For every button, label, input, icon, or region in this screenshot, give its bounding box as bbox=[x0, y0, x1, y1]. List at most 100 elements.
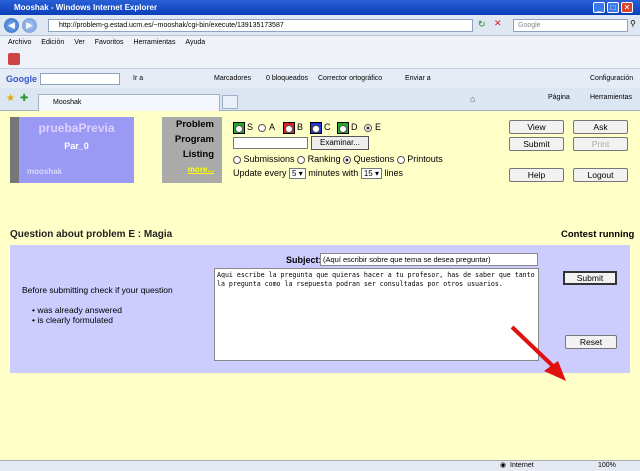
print-button[interactable]: Print bbox=[573, 137, 628, 151]
search-icon[interactable]: ⚲ bbox=[630, 19, 636, 28]
problem-b-label: B bbox=[297, 122, 304, 132]
addon-icon[interactable] bbox=[8, 53, 20, 65]
problem-a-radio[interactable] bbox=[258, 124, 266, 132]
menu-ver[interactable]: Ver bbox=[74, 39, 85, 46]
menu-herramientas[interactable]: Herramientas bbox=[133, 39, 175, 46]
google-go-button[interactable]: Ir a bbox=[133, 69, 143, 89]
update-prefix: Update every bbox=[233, 168, 287, 178]
submit-question-button[interactable]: Submit bbox=[563, 271, 617, 285]
add-favorite-icon[interactable]: ✚ bbox=[20, 93, 28, 104]
menu-bar: Archivo Edición Ver Favoritos Herramient… bbox=[0, 36, 640, 50]
printouts-label: Printouts bbox=[407, 154, 443, 164]
stop-icon[interactable]: ✕ bbox=[494, 18, 502, 29]
mooshak-logo: mooshak bbox=[27, 167, 63, 176]
menu-ayuda[interactable]: Ayuda bbox=[185, 39, 205, 46]
tab-mooshak[interactable]: Mooshak bbox=[38, 94, 220, 111]
team-name: Par_0 bbox=[64, 141, 89, 151]
address-bar: ◀ ▶ http://problem-g.estad.ucm.es/~moosh… bbox=[0, 15, 640, 36]
problem-d-box[interactable] bbox=[337, 122, 349, 134]
label-problem: Problem bbox=[175, 119, 214, 130]
checklist-item: • is clearly formulated bbox=[32, 315, 113, 325]
back-icon[interactable]: ◀ bbox=[4, 18, 19, 33]
contest-banner: pruebaPrevia Par_0 mooshak bbox=[19, 117, 134, 183]
tab-title: Mooshak bbox=[53, 99, 82, 106]
popups-blocked[interactable]: 0 bloqueados bbox=[266, 69, 308, 89]
page-content: pruebaPrevia Par_0 mooshak Problem Progr… bbox=[0, 111, 640, 460]
ranking-radio[interactable] bbox=[297, 155, 306, 164]
subject-input[interactable]: (Aquí escribir sobre que tema se desea p… bbox=[320, 253, 538, 266]
close-window-button[interactable]: ✕ bbox=[621, 2, 633, 13]
tools-menu[interactable]: Herramientas bbox=[590, 94, 632, 101]
listing-options: Submissions Ranking Questions Printouts bbox=[233, 154, 443, 164]
printouts-radio[interactable] bbox=[396, 155, 405, 164]
url-field[interactable]: http://problem-g.estad.ucm.es/~mooshak/c… bbox=[48, 19, 473, 32]
ask-button[interactable]: Ask bbox=[573, 120, 628, 134]
label-program: Program bbox=[174, 134, 214, 145]
lines-select[interactable]: 15 ▾ bbox=[360, 168, 382, 180]
favorites-star-icon[interactable]: ★ bbox=[6, 93, 15, 104]
command-labels: Problem Program Listing more... bbox=[162, 117, 222, 183]
problem-s-box[interactable] bbox=[233, 122, 245, 134]
annotation-arrow bbox=[510, 325, 566, 381]
more-link[interactable]: more... bbox=[188, 165, 214, 174]
menu-edicion[interactable]: Edición bbox=[41, 39, 64, 46]
search-input[interactable]: Google bbox=[513, 19, 628, 32]
lines-label: lines bbox=[384, 168, 404, 178]
problem-s-label: S bbox=[247, 122, 254, 132]
contest-status: Contest running bbox=[561, 229, 635, 240]
page-menu[interactable]: Página bbox=[548, 94, 570, 101]
extra-toolbar bbox=[0, 50, 640, 68]
problem-d-label: D bbox=[351, 122, 358, 132]
globe-icon: ◉ bbox=[500, 462, 507, 469]
question-textarea[interactable]: Aqui escribe la pregunta que quieras hac… bbox=[214, 268, 539, 361]
submit-program-button[interactable]: Submit bbox=[509, 137, 564, 151]
minimize-button[interactable]: _ bbox=[593, 2, 605, 13]
submissions-radio[interactable] bbox=[233, 155, 241, 164]
update-minutes: minutes bbox=[308, 168, 340, 178]
new-tab-button[interactable] bbox=[222, 95, 238, 109]
program-file-input[interactable] bbox=[233, 137, 308, 149]
window-title-bar: Mooshak - Windows Internet Explorer bbox=[0, 0, 640, 15]
submissions-label: Submissions bbox=[243, 154, 295, 164]
help-button[interactable]: Help bbox=[509, 168, 564, 182]
menu-favoritos[interactable]: Favoritos bbox=[95, 39, 124, 46]
problem-c-box[interactable] bbox=[310, 122, 322, 134]
home-icon[interactable]: ⌂ bbox=[470, 94, 475, 104]
google-toolbar: Google Ir a Marcadores 0 bloqueados Corr… bbox=[0, 68, 640, 88]
browse-button[interactable]: Examinar... bbox=[311, 136, 369, 150]
tab-bar: ★ ✚ Mooshak ⌂ Página Herramientas bbox=[0, 88, 640, 111]
google-search-input[interactable] bbox=[40, 73, 120, 85]
question-title: Question about problem E : Magia bbox=[10, 229, 173, 240]
forward-icon[interactable]: ▶ bbox=[22, 18, 37, 33]
google-logo: Google bbox=[6, 74, 37, 84]
maximize-button[interactable]: □ bbox=[607, 2, 619, 13]
problem-b-box[interactable] bbox=[283, 122, 295, 134]
update-with: with bbox=[342, 168, 359, 178]
before-submitting-text: Before submitting check if your question bbox=[22, 285, 173, 295]
zoom-level[interactable]: 100% bbox=[598, 461, 616, 471]
label-listing: Listing bbox=[182, 149, 214, 160]
logout-button[interactable]: Logout bbox=[573, 168, 628, 182]
problem-e-label: E bbox=[375, 122, 382, 132]
security-zone: Internet bbox=[510, 462, 534, 469]
left-strip bbox=[10, 117, 19, 183]
window-title: Mooshak - Windows Internet Explorer bbox=[14, 3, 158, 12]
problem-e-radio[interactable] bbox=[364, 124, 372, 132]
update-interval-select[interactable]: 5 ▾ bbox=[289, 168, 306, 180]
spellcheck-button[interactable]: Corrector ortográfico bbox=[318, 69, 382, 89]
subject-label: Subject: bbox=[286, 255, 322, 265]
questions-radio[interactable] bbox=[343, 155, 352, 164]
contest-name: pruebaPrevia bbox=[38, 121, 115, 135]
config-button[interactable]: Configuración bbox=[590, 69, 633, 89]
reset-button[interactable]: Reset bbox=[565, 335, 617, 349]
menu-archivo[interactable]: Archivo bbox=[8, 39, 31, 46]
questions-label: Questions bbox=[353, 154, 395, 164]
checklist-item: • was already answered bbox=[32, 305, 122, 315]
update-row: Update every 5 ▾ minutes with 15 ▾ lines bbox=[233, 168, 404, 180]
problem-a-label: A bbox=[269, 122, 276, 132]
refresh-icon[interactable]: ↻ bbox=[478, 19, 486, 30]
view-button[interactable]: View bbox=[509, 120, 564, 134]
problem-c-label: C bbox=[324, 122, 331, 132]
send-to-button[interactable]: Enviar a bbox=[405, 69, 431, 89]
bookmarks-button[interactable]: Marcadores bbox=[214, 69, 251, 89]
